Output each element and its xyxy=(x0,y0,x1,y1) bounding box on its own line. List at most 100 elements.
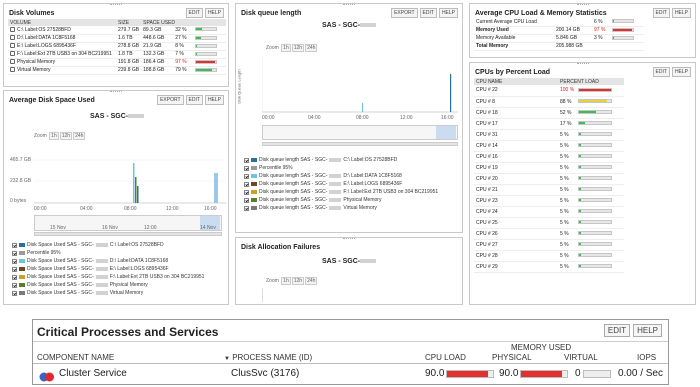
panel-title: Average Disk Space Used xyxy=(9,97,95,104)
legend-swatch xyxy=(19,267,25,271)
legend-checkbox[interactable] xyxy=(12,274,17,280)
drag-handle[interactable] xyxy=(576,63,589,66)
volume-cell[interactable]: F:\ Label:Ext 2TB USB3 on 304 BC219951 xyxy=(8,50,116,59)
help-button[interactable]: HELP xyxy=(671,8,691,18)
used-cell: 448.6 GB xyxy=(141,34,174,43)
help-button[interactable]: HELP xyxy=(204,8,224,18)
volume-cell[interactable]: D:\ Label:DATA 1C8F5168 xyxy=(8,34,116,43)
column-header-physical[interactable]: PHYSICAL xyxy=(492,353,532,362)
legend-item[interactable]: Disk Space Used SAS - SGC- Virtual Memory xyxy=(12,289,204,297)
legend-checkbox[interactable] xyxy=(12,250,17,256)
legend-item[interactable]: Disk queue length SAS - SGC- Physical Mem… xyxy=(244,196,438,204)
table-row[interactable]: E:\ Label:LOGS 6895436F 278.8 GB 21.9 GB 8 … xyxy=(8,42,226,51)
help-button[interactable]: HELP xyxy=(633,324,662,337)
help-button[interactable]: HELP xyxy=(438,8,458,18)
volume-cell[interactable]: C:\ Label:OS 27528BFD xyxy=(8,26,116,35)
column-header-component[interactable]: COMPONENT NAME xyxy=(37,353,114,362)
drag-handle[interactable] xyxy=(110,91,122,94)
legend-item[interactable]: Disk queue length SAS - SGC- E:\ Label:LO… xyxy=(244,180,438,188)
navigator-selection[interactable] xyxy=(436,126,456,139)
volume-cell[interactable]: Virtual Memory xyxy=(8,66,116,75)
help-button[interactable]: HELP xyxy=(671,67,691,77)
legend-item[interactable]: Disk Space Used SAS - SGC- F:\ Label:Ext … xyxy=(12,273,204,281)
table-row[interactable]: D:\ Label:DATA 1C8F5168 1.6 TB 448.6 GB 27 … xyxy=(8,34,226,43)
x-tick-label: 04:00 xyxy=(308,115,321,121)
legend-checkbox[interactable] xyxy=(12,258,17,264)
drag-handle[interactable] xyxy=(576,4,589,7)
bar-cell xyxy=(576,195,624,207)
column-header-percent-load[interactable]: PERCENT LOAD xyxy=(558,78,624,85)
pct-cell: 79 % xyxy=(173,66,193,75)
legend-checkbox[interactable] xyxy=(12,290,17,296)
table-row[interactable]: Virtual Memory 239.8 GB 188.8 GB 79 % xyxy=(8,66,226,75)
column-header-process[interactable]: ▼ PROCESS NAME (ID) xyxy=(224,353,312,362)
legend-swatch xyxy=(251,190,257,194)
zoom-1h-button[interactable]: 1h xyxy=(281,44,291,52)
legend-checkbox[interactable] xyxy=(244,197,249,203)
column-header-cpu[interactable]: CPU LOAD xyxy=(425,353,466,362)
x-tick-label: 12:00 xyxy=(166,206,179,212)
legend-checkbox[interactable] xyxy=(244,157,249,163)
legend-item[interactable]: Disk Space Used SAS - SGC- D:\ Label:DATA… xyxy=(12,257,204,265)
legend-swatch xyxy=(19,283,25,287)
column-header-iops[interactable]: IOPS xyxy=(637,353,656,362)
drag-handle[interactable] xyxy=(343,238,355,241)
column-header-cpu-name[interactable]: CPU NAME xyxy=(474,78,558,85)
legend-checkbox[interactable] xyxy=(12,282,17,288)
edit-button[interactable]: EDIT xyxy=(652,8,670,18)
table-row[interactable]: Cluster Service ClusSvc (3176) 90.0 90.0… xyxy=(33,366,668,382)
navigator-scrollbar[interactable] xyxy=(262,142,458,146)
volume-cell[interactable]: Physical Memory xyxy=(8,58,116,67)
stat-value: 205.988 GB xyxy=(554,42,592,51)
component-name[interactable]: Cluster Service xyxy=(59,368,127,379)
chart-title: SAS - SGC- xyxy=(322,22,377,29)
legend-item[interactable]: Percentile 95% xyxy=(244,164,438,172)
legend-checkbox[interactable] xyxy=(244,165,249,171)
column-header-volume[interactable]: VOLUME xyxy=(8,19,116,26)
legend-item[interactable]: Disk Space Used SAS - SGC- C:\ Label:OS 2… xyxy=(12,241,204,249)
edit-button[interactable]: EDIT xyxy=(185,95,203,105)
legend-checkbox[interactable] xyxy=(244,173,249,179)
redacted-mask xyxy=(360,259,377,264)
legend-checkbox[interactable] xyxy=(12,266,17,272)
legend-checkbox[interactable] xyxy=(244,205,249,211)
drag-handle[interactable] xyxy=(343,4,355,7)
edit-button[interactable]: EDIT xyxy=(603,324,631,337)
zoom-24h-button[interactable]: 24h xyxy=(305,277,318,285)
legend-item[interactable]: Disk queue length SAS - SGC- F:\ Label:Ex… xyxy=(244,188,438,196)
drag-handle[interactable] xyxy=(110,4,122,7)
y-axis-label: Disk Queue Length xyxy=(236,69,242,104)
column-header-space-used[interactable]: SPACE USED xyxy=(141,19,226,26)
column-header-size[interactable]: SIZE xyxy=(116,19,142,26)
table-row[interactable]: F:\ Label:Ext 2TB USB3 on 304 BC219951 1.… xyxy=(8,50,226,59)
volume-cell[interactable]: E:\ Label:LOGS 6895436F xyxy=(8,42,116,51)
legend-checkbox[interactable] xyxy=(244,189,249,195)
legend-item[interactable]: Disk Space Used SAS - SGC- Physical Memor… xyxy=(12,281,204,289)
navigator-scrollbar[interactable] xyxy=(34,232,222,236)
legend-item[interactable]: Disk queue length SAS - SGC- D:\ Label:DA… xyxy=(244,172,438,180)
zoom-12h-button[interactable]: 12h xyxy=(291,44,305,52)
zoom-24h-button[interactable]: 24h xyxy=(305,44,318,52)
bar-cell xyxy=(610,18,644,27)
table-row[interactable]: C:\ Label:OS 27528BFD 279.7 GB 89.3 GB 32 % xyxy=(8,26,226,35)
column-header-virtual[interactable]: VIRTUAL xyxy=(564,353,598,362)
export-button[interactable]: EXPORT xyxy=(391,8,418,18)
export-button[interactable]: EXPORT xyxy=(157,95,184,105)
legend-checkbox[interactable] xyxy=(12,242,17,248)
edit-button[interactable]: EDIT xyxy=(419,8,437,18)
edit-button[interactable]: EDIT xyxy=(652,67,670,77)
legend-item[interactable]: Disk Space Used SAS - SGC- E:\ Label:LOGS… xyxy=(12,265,204,273)
table-row[interactable]: Physical Memory 191.8 GB 186.4 GB 97 % xyxy=(8,58,226,67)
help-button[interactable]: HELP xyxy=(204,95,224,105)
legend-item[interactable]: Disk queue length SAS - SGC- C:\ Label:OS… xyxy=(244,156,438,164)
legend-item[interactable]: Disk queue length SAS - SGC- Virtual Memo… xyxy=(244,204,438,212)
legend-label: Disk Space Used SAS - SGC- xyxy=(27,274,94,280)
sort-desc-icon[interactable]: ▼ xyxy=(224,356,230,362)
navigator[interactable] xyxy=(262,125,458,140)
zoom-12h-button[interactable]: 12h xyxy=(291,277,305,285)
zoom-1h-button[interactable]: 1h xyxy=(281,277,291,285)
legend-item[interactable]: Percentile 95% xyxy=(12,249,204,257)
legend-label: Disk Space Used SAS - SGC- xyxy=(27,282,94,288)
edit-button[interactable]: EDIT xyxy=(185,8,203,18)
legend-checkbox[interactable] xyxy=(244,181,249,187)
